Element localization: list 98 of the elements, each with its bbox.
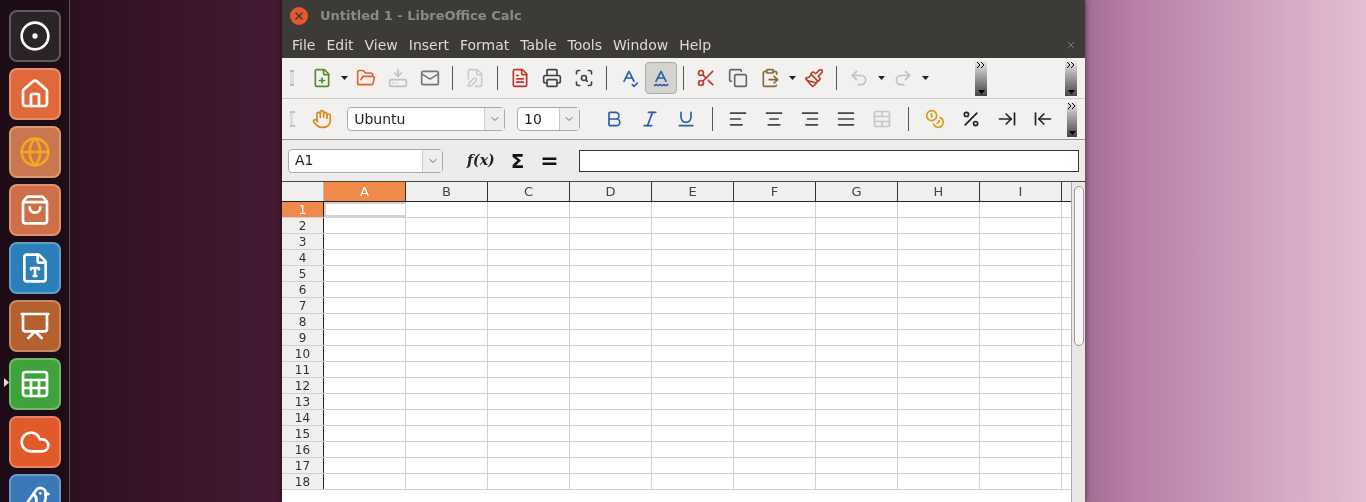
menu-item[interactable]: File (288, 34, 320, 56)
menu-item[interactable]: Edit (322, 34, 358, 56)
launcher-item[interactable] (8, 126, 61, 178)
toolbar-overflow-button[interactable] (975, 60, 987, 96)
caret-icon (877, 76, 885, 80)
hand-icon (312, 109, 333, 129)
presentation-icon (18, 310, 51, 342)
menu-item[interactable]: Window (609, 34, 673, 56)
close-icon (293, 10, 305, 22)
new-spreadsheet-icon (312, 68, 332, 88)
row-header[interactable]: 15 (282, 426, 324, 441)
delete-decimal-icon (1033, 109, 1054, 129)
font-name-value: Ubuntu (353, 109, 407, 129)
launcher-item[interactable] (8, 300, 61, 352)
row-header[interactable]: 7 (282, 298, 324, 313)
dash-icon (18, 20, 51, 52)
row-header[interactable]: 6 (282, 282, 324, 297)
chevrons-icon (1068, 103, 1077, 109)
scissors-icon (696, 68, 716, 88)
launcher-item[interactable] (8, 242, 61, 294)
scrollbar-thumb[interactable] (1073, 186, 1084, 346)
menu-item[interactable]: Table (516, 34, 561, 56)
caret-icon (788, 76, 796, 80)
row-header[interactable]: 4 (282, 250, 324, 265)
sum-button[interactable]: Σ (506, 145, 529, 176)
column-header[interactable]: E (652, 182, 734, 201)
caret-icon (1068, 131, 1076, 135)
align-center-icon (764, 109, 785, 129)
align-left-icon (728, 109, 749, 129)
row-header[interactable]: 9 (282, 330, 324, 345)
justify-icon (836, 109, 857, 129)
row-header[interactable]: 5 (282, 266, 324, 281)
menu-item[interactable]: Insert (404, 34, 453, 56)
launcher-item[interactable] (8, 10, 61, 62)
caret-icon (977, 90, 985, 94)
mail-icon (420, 68, 440, 88)
launcher-item[interactable] (8, 358, 61, 410)
column-header[interactable]: G (816, 182, 898, 201)
close-icon (1065, 39, 1077, 51)
launcher-item[interactable] (8, 184, 61, 236)
font-name-field[interactable]: Ubuntu (347, 107, 506, 131)
menu-item[interactable]: Help (675, 34, 716, 56)
font-size-field[interactable]: 10 (517, 107, 580, 131)
row-header[interactable]: 2 (282, 218, 324, 233)
font-size-value: 10 (523, 109, 543, 129)
row-header[interactable]: 18 (282, 474, 324, 489)
caret-icon (340, 76, 348, 80)
name-box-value: A1 (294, 151, 315, 170)
column-header[interactable]: C (488, 182, 570, 201)
column-header[interactable]: H (898, 182, 980, 201)
row-header[interactable]: 11 (282, 362, 324, 377)
row-header[interactable]: 3 (282, 234, 324, 249)
row-header[interactable]: 13 (282, 394, 324, 409)
chevrons-icon (1067, 62, 1075, 68)
preview-icon (574, 68, 594, 88)
menu-item[interactable]: View (360, 34, 402, 56)
vertical-scrollbar[interactable] (1071, 182, 1085, 502)
row-header[interactable]: 12 (282, 378, 324, 393)
menu-item[interactable]: Format (455, 34, 514, 56)
row-header[interactable]: 17 (282, 458, 324, 473)
function-button[interactable]: = (536, 144, 563, 177)
caret-icon (1067, 90, 1075, 94)
globe-icon (18, 136, 51, 168)
column-header[interactable]: B (406, 182, 488, 201)
toolbar-overflow-button[interactable] (1067, 101, 1077, 137)
close-button[interactable] (290, 7, 308, 25)
column-header[interactable]: I (980, 182, 1062, 201)
chevrons-icon (977, 62, 985, 68)
merge-cells-icon (872, 109, 893, 129)
printer-icon (542, 68, 562, 88)
launcher-item[interactable] (8, 416, 61, 468)
caret-icon (921, 76, 929, 80)
pdf-file-icon (510, 68, 530, 88)
paintbrush-icon (804, 68, 824, 88)
undo-icon (849, 68, 869, 88)
save-icon (388, 68, 408, 88)
clipboard-icon (760, 68, 780, 88)
menu-item[interactable]: Tools (563, 34, 606, 56)
launcher-item[interactable] (8, 68, 61, 120)
folder-icon (356, 68, 376, 88)
add-decimal-icon (997, 109, 1018, 129)
edit-file-icon (465, 68, 485, 88)
copy-icon (728, 68, 748, 88)
row-header[interactable]: 8 (282, 314, 324, 329)
function-wizard-button[interactable]: f(x) (463, 150, 499, 171)
toolbar-overflow-button[interactable] (1065, 60, 1077, 96)
coins-icon (925, 109, 946, 129)
name-box[interactable]: A1 (288, 148, 443, 173)
redo-icon (893, 68, 913, 88)
row-header[interactable]: 10 (282, 346, 324, 361)
spellcheck-icon (651, 68, 671, 88)
active-cell[interactable] (324, 202, 406, 217)
row-header[interactable]: 16 (282, 442, 324, 457)
column-header[interactable]: D (570, 182, 652, 201)
align-right-icon (800, 109, 821, 129)
window-title: Untitled 1 - LibreOffice Calc (320, 7, 522, 26)
column-header[interactable]: F (734, 182, 816, 201)
row-header[interactable]: 14 (282, 410, 324, 425)
